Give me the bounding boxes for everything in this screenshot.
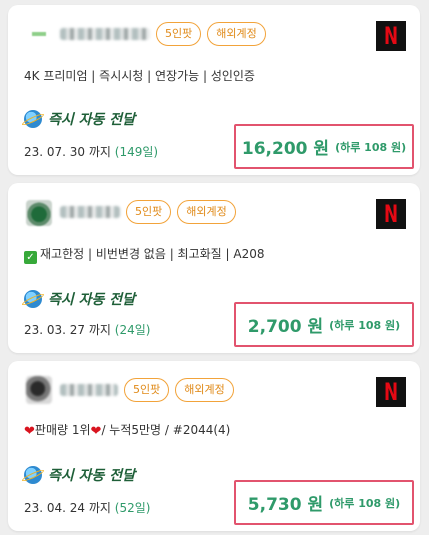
price-box[interactable]: 16,200 원 (하루 108 원) (234, 124, 414, 169)
listing-description: ✓ 재고한정 | 비번변경 없음 | 최고화질 | A208 (24, 245, 265, 264)
netflix-logo-icon: N (376, 377, 406, 407)
globe-icon (24, 110, 42, 128)
instant-delivery-label: 즉시 자동 전달 (24, 109, 135, 129)
seller-header: 5인팟 해외계정 (24, 19, 272, 49)
netflix-logo-icon: N (376, 199, 406, 229)
expiry-date: 23. 07. 30 까지 (149일) (24, 145, 159, 159)
badge-overseas-account: 해외계정 (177, 200, 236, 224)
heart-icon: ❤ (90, 424, 102, 439)
globe-icon (24, 466, 42, 484)
instant-delivery-label: 즉시 자동 전달 (24, 289, 135, 309)
price-box[interactable]: 2,700 원 (하루 108 원) (234, 302, 414, 347)
price-amount: 16,200 원 (241, 139, 330, 159)
badge-party-size: 5인팟 (126, 200, 172, 224)
listing-card[interactable]: 5인팟 해외계정 N ❤판매량 1위❤/ 누적5만명 / #2044(4) 즉시… (8, 361, 420, 531)
listing-card[interactable]: 5인팟 해외계정 N 4K 프리미엄 | 즉시시청 | 연장가능 | 성인인증 … (8, 5, 420, 175)
price-box[interactable]: 5,730 원 (하루 108 원) (234, 480, 414, 525)
remaining-days: (24일) (114, 323, 151, 337)
heart-icon: ❤ (24, 424, 35, 439)
price-amount: 5,730 원 (247, 495, 324, 515)
seller-header: 5인팟 해외계정 (24, 197, 242, 227)
price-per-day: (하루 108 원) (329, 496, 401, 510)
seller-avatar (24, 200, 54, 226)
remaining-days: (52일) (114, 501, 151, 515)
listing-description: ❤판매량 1위❤/ 누적5만명 / #2044(4) (24, 423, 231, 439)
remaining-days: (149일) (114, 145, 159, 159)
badge-party-size: 5인팟 (156, 22, 202, 46)
expiry-date: 23. 04. 24 까지 (52일) (24, 501, 151, 515)
seller-name-blurred (60, 206, 120, 218)
seller-header: 5인팟 해외계정 (24, 375, 240, 405)
instant-delivery-label: 즉시 자동 전달 (24, 465, 135, 485)
seller-name-blurred (60, 28, 150, 40)
price-amount: 2,700 원 (247, 317, 324, 337)
price-per-day: (하루 108 원) (329, 318, 401, 332)
badge-overseas-account: 해외계정 (207, 22, 266, 46)
listing-description: 4K 프리미엄 | 즉시시청 | 연장가능 | 성인인증 (24, 69, 255, 83)
seller-avatar (24, 376, 54, 404)
expiry-date: 23. 03. 27 까지 (24일) (24, 323, 151, 337)
seller-avatar (24, 22, 54, 46)
check-icon: ✓ (24, 251, 37, 264)
badge-party-size: 5인팟 (124, 378, 170, 402)
listing-card[interactable]: 5인팟 해외계정 N ✓ 재고한정 | 비번변경 없음 | 최고화질 | A208… (8, 183, 420, 353)
price-per-day: (하루 108 원) (335, 140, 407, 154)
seller-name-blurred (60, 384, 118, 396)
netflix-logo-icon: N (376, 21, 406, 51)
globe-icon (24, 290, 42, 308)
badge-overseas-account: 해외계정 (175, 378, 234, 402)
